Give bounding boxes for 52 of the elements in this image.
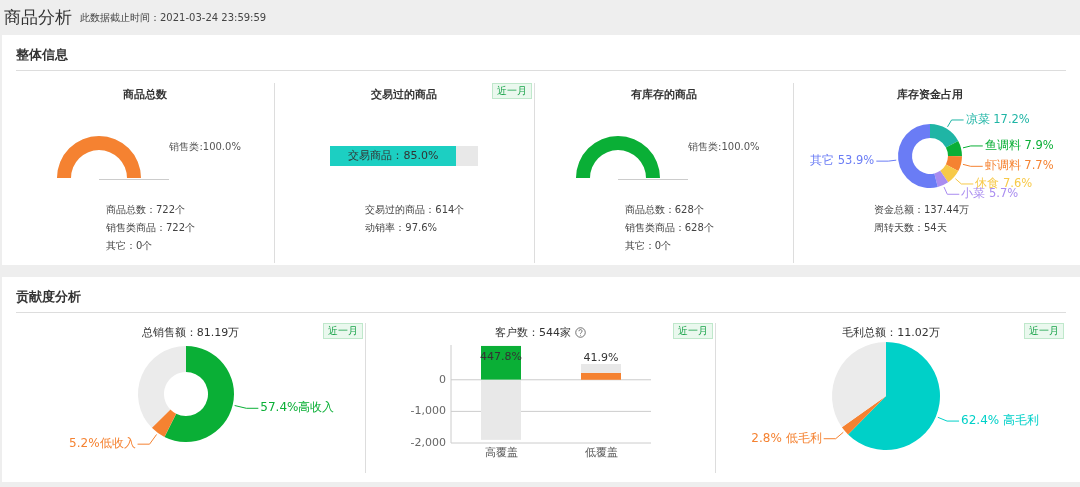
leader-line [875, 159, 897, 162]
progress-label: 交易商品：85.0% [348, 148, 439, 163]
section-title: 整体信息 [16, 35, 1066, 71]
category-label: 高覆盖 [484, 445, 517, 459]
leader-line [962, 144, 984, 148]
section-title: 贡献度分析 [16, 277, 1066, 313]
data-label: 62.4% 高毛利 [961, 412, 1039, 427]
data-label: 2.8% 低毛利 [751, 430, 822, 445]
panel-title: 毛利总额：11.02万 [842, 325, 940, 340]
panel-title: 总销售额：81.19万 [141, 325, 240, 340]
data-cutoff-time: 此数据截止时间：2021-03-24 23:59:59 [80, 10, 267, 25]
stat-text: 商品总数：722个 [106, 203, 187, 217]
panel-title: 商品总数 [123, 87, 168, 102]
axis-tick-label: -2,000 [410, 435, 446, 449]
stat-text: 交易过的商品：614个 [365, 203, 465, 217]
period-tag[interactable]: 近一月 [323, 323, 363, 339]
page-title: 商品分析 [4, 6, 72, 29]
stat-text: 商品总数：628个 [624, 203, 705, 217]
data-label: 凉菜 17.2% [965, 111, 1030, 126]
stat-text: 销售类商品：628个 [624, 221, 714, 235]
axis-tick-label: -1,000 [410, 403, 446, 417]
leader-line [947, 119, 965, 127]
stat-text: 其它：0个 [106, 239, 154, 253]
gauge-label: 销售类:100.0% [169, 139, 241, 154]
leader-line [233, 404, 259, 409]
panel-title: 有库存的商品 [630, 87, 697, 102]
leader-line [937, 416, 960, 422]
stat-text: 其它：0个 [624, 239, 673, 253]
leader-line [823, 431, 844, 439]
panel-title: 交易过的商品 [371, 87, 438, 102]
data-label: 其它 53.9% [810, 152, 875, 167]
stat-text: 销售类商品：722个 [106, 221, 196, 235]
period-tag[interactable]: 近一月 [1024, 323, 1064, 339]
period-tag[interactable]: 近一月 [673, 323, 713, 339]
category-label: 低覆盖 [584, 445, 617, 459]
axis-tick-label: 0 [438, 372, 446, 386]
data-label: 虾调料 7.7% [984, 157, 1054, 172]
leader-line [136, 433, 157, 445]
data-label: 5.2%低收入 [68, 435, 136, 450]
stat-text: 动销率：97.6% [365, 221, 439, 235]
data-label: 41.9% [583, 350, 618, 364]
leader-line [954, 177, 974, 184]
panel-title: 客户数：544家 [495, 325, 571, 340]
stat-text: 周转天数：54天 [874, 221, 948, 235]
data-label: 鱼调料 7.9% [984, 137, 1054, 152]
panel-title: 库存资金占用 [897, 87, 963, 102]
stat-text: 资金总额：137.44万 [874, 203, 969, 217]
leader-line [943, 186, 960, 195]
period-tag[interactable]: 近一月 [491, 83, 532, 99]
data-label: 57.4%高收入 [259, 399, 334, 414]
gauge-label: 销售类:100.0% [688, 139, 760, 154]
leader-line [962, 163, 984, 167]
